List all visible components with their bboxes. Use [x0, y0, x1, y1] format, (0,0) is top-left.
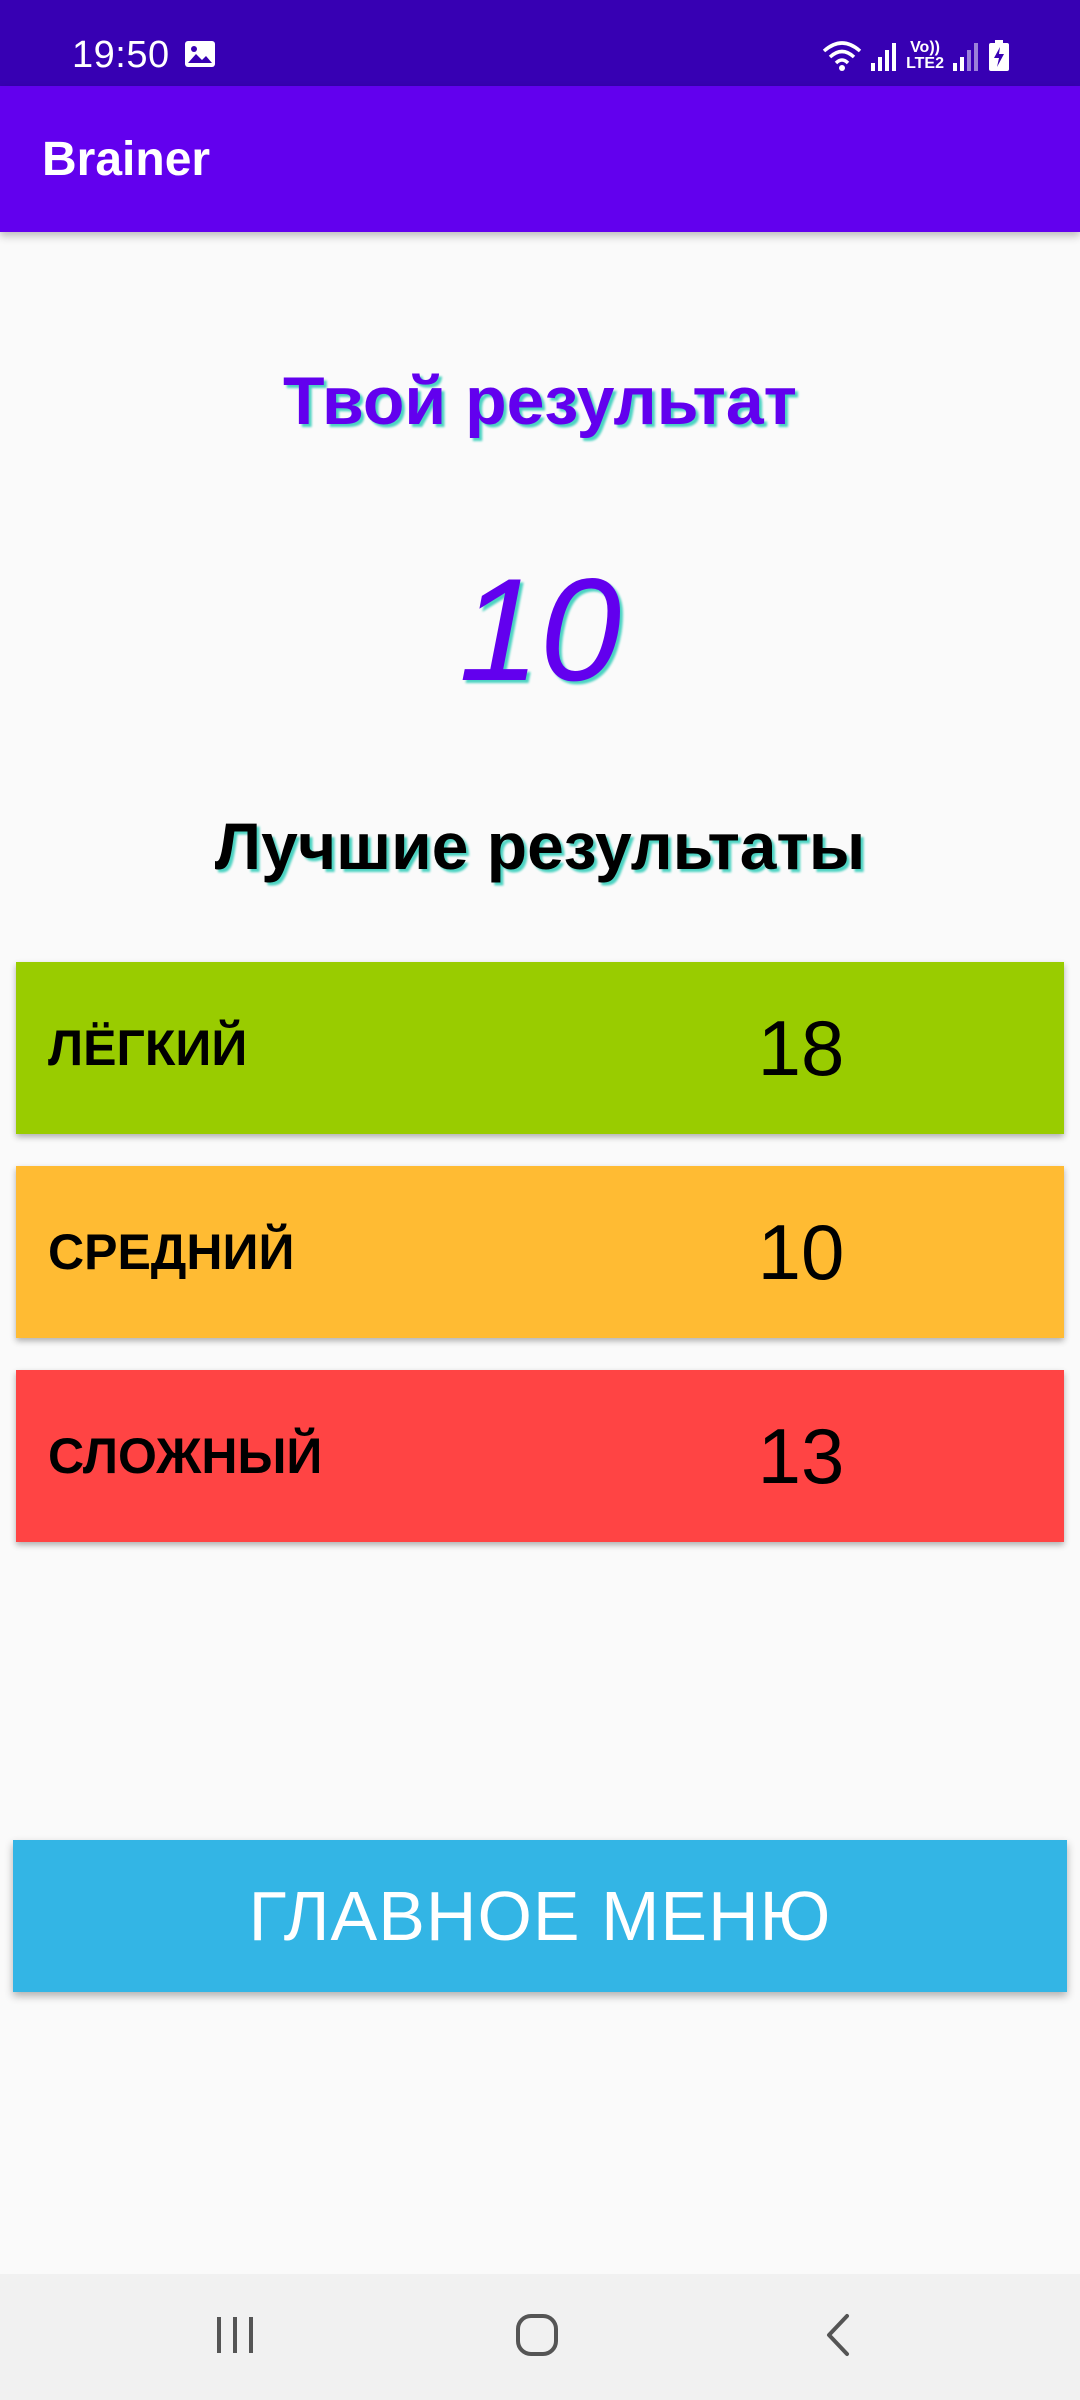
volte-lte-indicator: Vo)) LTE2: [906, 40, 944, 72]
app-bar: Brainer: [0, 86, 1080, 232]
gallery-notification-icon: [184, 40, 216, 68]
best-result-row-hard: СЛОЖНЫЙ 13: [16, 1370, 1064, 1542]
difficulty-label: ЛЁГКИЙ: [48, 1020, 248, 1076]
battery-charging-icon: [988, 40, 1010, 72]
main-menu-button[interactable]: ГЛАВНОЕ МЕНЮ: [13, 1840, 1067, 1992]
home-button[interactable]: [457, 2274, 617, 2400]
best-result-row-easy: ЛЁГКИЙ 18: [16, 962, 1064, 1134]
your-result-title: Твой результат: [283, 363, 797, 439]
best-score-value: 10: [757, 1208, 845, 1296]
best-score-value: 18: [757, 1004, 845, 1092]
lte-label: LTE2: [906, 55, 944, 72]
best-result-row-medium: СРЕДНИЙ 10: [16, 1166, 1064, 1338]
recent-apps-icon: [213, 2315, 257, 2360]
best-results-title: Лучшие результаты: [214, 809, 866, 883]
status-bar: 19:50 Vo)) LTE2: [0, 0, 1080, 86]
difficulty-label: СЛОЖНЫЙ: [48, 1428, 323, 1484]
difficulty-label: СРЕДНИЙ: [48, 1224, 295, 1280]
back-button[interactable]: [758, 2274, 918, 2400]
score-value: 10: [458, 548, 622, 711]
status-time: 19:50: [72, 34, 170, 76]
signal-icon: [870, 41, 898, 71]
status-icons: Vo)) LTE2: [822, 36, 1010, 76]
home-icon: [514, 2312, 560, 2363]
volte-label: Vo)): [910, 39, 940, 56]
wifi-icon: [822, 39, 862, 73]
system-nav-bar: [0, 2274, 1080, 2400]
result-screen: 19:50 Vo)) LTE2 Brainer Твой результат 1…: [0, 0, 1080, 2400]
back-icon: [823, 2312, 853, 2363]
app-title: Brainer: [42, 133, 211, 186]
best-score-value: 13: [757, 1412, 845, 1500]
signal-icon-2: [952, 41, 980, 71]
recent-apps-button[interactable]: [155, 2274, 315, 2400]
